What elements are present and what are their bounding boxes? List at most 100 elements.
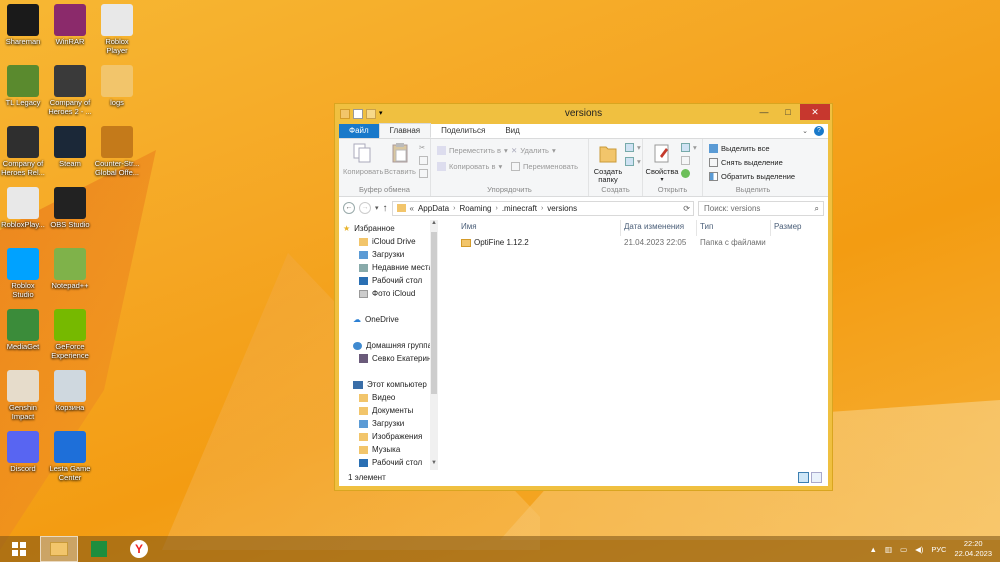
taskbar-yandex-browser[interactable]: Y — [120, 536, 158, 562]
close-button[interactable]: ✕ — [800, 104, 830, 120]
search-input[interactable]: Поиск: versions ⌕ — [698, 200, 824, 216]
column-type[interactable]: Тип — [700, 222, 713, 234]
copy-button[interactable]: Копировать — [343, 142, 383, 176]
select-none-button[interactable]: Снять выделение — [709, 158, 783, 167]
title-bar[interactable]: ▾ versions — □ ✕ — [335, 104, 832, 124]
desktop-shortcut[interactable]: Steam — [47, 126, 93, 169]
up-button[interactable]: ↑ — [383, 203, 388, 214]
nav-homegroup[interactable]: Домашняя группа — [353, 339, 432, 352]
nav-item[interactable]: Рабочий стол — [359, 456, 422, 469]
maximize-button[interactable]: □ — [776, 104, 800, 120]
breadcrumb[interactable]: AppData — [418, 204, 449, 213]
nav-item[interactable]: Документы — [359, 404, 413, 417]
desktop-shortcut[interactable]: Discord — [0, 431, 46, 474]
column-divider[interactable] — [770, 220, 771, 236]
start-button[interactable] — [0, 536, 38, 562]
taskbar-explorer[interactable] — [40, 536, 78, 562]
scroll-down-icon[interactable]: ▼ — [430, 460, 438, 470]
invert-selection-button[interactable]: Обратить выделение — [709, 172, 795, 181]
column-date[interactable]: Дата изменения — [624, 222, 684, 234]
refresh-icon[interactable]: ⟳ — [683, 204, 690, 213]
scroll-up-icon[interactable]: ▲ — [430, 220, 438, 230]
tab-file[interactable]: Файл — [339, 124, 379, 138]
desktop-shortcut[interactable]: Counter-Str... Global Offe... — [94, 126, 140, 177]
recent-locations-button[interactable]: ▾ — [375, 204, 379, 212]
large-icons-view-icon[interactable] — [811, 472, 822, 483]
file-name[interactable]: OptiFine 1.12.2 — [474, 238, 529, 247]
language-indicator[interactable]: РУС — [931, 545, 946, 554]
desktop-shortcut[interactable]: Notepad++ — [47, 248, 93, 291]
cut-button[interactable]: ✂ — [419, 143, 425, 152]
chevron-up-icon[interactable]: ▲ — [870, 545, 877, 554]
desktop-shortcut[interactable]: Roblox Player — [94, 4, 140, 55]
paste-shortcut-button[interactable] — [419, 169, 428, 178]
desktop-shortcut[interactable]: Shareman — [0, 4, 46, 47]
breadcrumb[interactable]: .minecraft — [502, 204, 537, 213]
breadcrumb[interactable]: Roaming — [459, 204, 491, 213]
open-button[interactable]: ▾ — [681, 143, 697, 152]
desktop-shortcut[interactable]: MediaGet — [0, 309, 46, 352]
rename-button[interactable]: Переименовать — [511, 162, 578, 171]
desktop-shortcut[interactable]: Genshin Impact — [0, 370, 46, 421]
column-size[interactable]: Размер — [774, 222, 802, 234]
desktop-shortcut[interactable]: Корзина — [47, 370, 93, 413]
nav-item[interactable]: Изображения — [359, 430, 422, 443]
tab-view[interactable]: Вид — [495, 124, 529, 138]
power-icon[interactable]: ▭ — [900, 545, 907, 554]
nav-item[interactable]: Музыка — [359, 443, 400, 456]
copy-path-button[interactable] — [419, 156, 428, 165]
scroll-thumb[interactable] — [431, 232, 437, 394]
volume-icon[interactable]: ◀) — [915, 545, 923, 554]
move-to-button[interactable]: Переместить в ▾ — [437, 146, 508, 155]
network-icon[interactable]: ▥ — [885, 545, 892, 554]
delete-button[interactable]: ✕ Удалить ▾ — [511, 146, 556, 155]
minimize-button[interactable]: — — [752, 104, 776, 120]
taskbar-store[interactable] — [80, 536, 118, 562]
nav-item[interactable]: Фото iCloud — [359, 287, 415, 300]
new-folder-button[interactable]: Создать папку — [591, 142, 625, 184]
history-button[interactable] — [681, 169, 690, 178]
back-button[interactable]: ← — [343, 202, 355, 214]
help-icon[interactable]: ? — [814, 126, 824, 136]
nav-item[interactable]: Рабочий стол — [359, 274, 422, 287]
desktop-shortcut[interactable]: Company of Heroes Rel... — [0, 126, 46, 177]
chevron-down-icon[interactable]: ⌄ — [802, 127, 808, 135]
tab-home[interactable]: Главная — [378, 123, 432, 138]
clock[interactable]: 22:20 22.04.2023 — [954, 539, 992, 559]
desktop-shortcut[interactable]: GeForce Experience — [47, 309, 93, 360]
search-icon[interactable]: ⌕ — [815, 202, 819, 215]
nav-item[interactable]: Севко Екатерина — [359, 352, 436, 365]
new-item-button[interactable]: ▾ — [625, 143, 641, 152]
desktop-shortcut[interactable]: Company of Heroes 2 - ... — [47, 65, 93, 116]
address-field[interactable]: « AppData › Roaming › .minecraft › versions… — [391, 200, 694, 216]
address-overflow[interactable]: « — [410, 204, 414, 213]
edit-button[interactable] — [681, 156, 690, 165]
chevron-down-icon[interactable]: ▾ — [379, 109, 389, 119]
new-folder-icon[interactable] — [366, 109, 376, 119]
nav-scrollbar[interactable]: ▲ ▼ — [430, 220, 438, 470]
tab-share[interactable]: Поделиться — [431, 124, 495, 138]
paste-button[interactable]: Вставить — [383, 142, 417, 176]
nav-item[interactable]: Загрузки — [359, 248, 404, 261]
nav-item[interactable]: Загрузки — [359, 417, 404, 430]
column-divider[interactable] — [696, 220, 697, 236]
properties-icon[interactable] — [353, 109, 363, 119]
file-row[interactable]: OptiFine 1.12.2 21.04.2023 22:05 Папка с… — [449, 236, 828, 250]
desktop-shortcut[interactable]: logs — [94, 65, 140, 108]
nav-item[interactable]: Недавние места — [359, 261, 433, 274]
column-divider[interactable] — [620, 220, 621, 236]
forward-button[interactable]: → — [359, 202, 371, 214]
desktop-shortcut[interactable]: RobloxPlay... — [0, 187, 46, 230]
desktop-shortcut[interactable]: WinRAR — [47, 4, 93, 47]
desktop-shortcut[interactable]: Roblox Studio — [0, 248, 46, 299]
copy-to-button[interactable]: Копировать в ▾ — [437, 162, 502, 171]
select-all-button[interactable]: Выделить все — [709, 144, 770, 153]
nav-this-pc[interactable]: Этот компьютер — [353, 378, 427, 391]
nav-onedrive[interactable]: ☁ OneDrive — [353, 313, 399, 326]
nav-item[interactable]: Видео — [359, 391, 395, 404]
column-name[interactable]: Имя — [461, 222, 477, 234]
desktop-shortcut[interactable]: Lesta Game Center — [47, 431, 93, 482]
breadcrumb[interactable]: versions — [547, 204, 577, 213]
nav-item[interactable]: iCloud Drive — [359, 235, 416, 248]
nav-favorites[interactable]: ★ Избранное — [343, 222, 395, 235]
